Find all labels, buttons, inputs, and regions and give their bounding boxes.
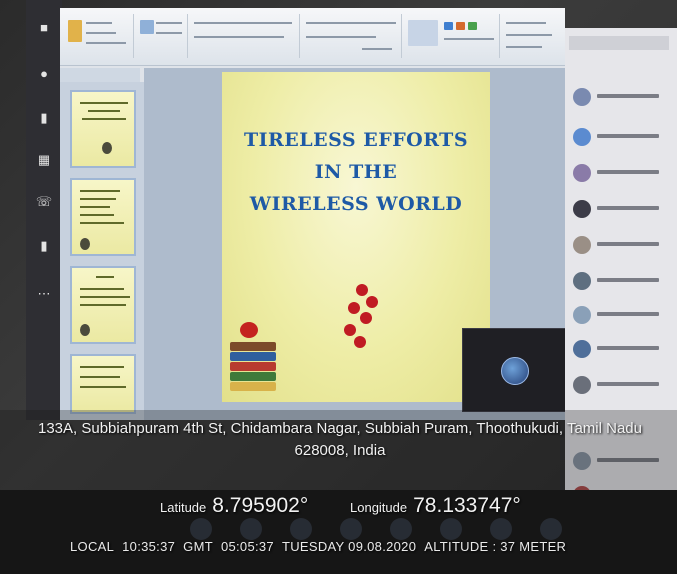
- paragraph-group[interactable]: [302, 14, 402, 58]
- calendar-icon[interactable]: ▦: [34, 150, 54, 170]
- longitude-readout: Longitude 78.133747°: [350, 494, 521, 518]
- longitude-label: Longitude: [350, 500, 408, 515]
- address-line: 628008, India: [294, 442, 386, 459]
- participant-item[interactable]: [573, 376, 673, 398]
- participant-item[interactable]: [573, 88, 673, 110]
- activity-icon[interactable]: ■: [34, 18, 54, 38]
- slide-thumbnail[interactable]: [70, 90, 136, 168]
- teams-app-rail: ■ ● ▮ ▦ ☏ ▮ ⋯: [26, 0, 62, 420]
- meeting-video-tile[interactable]: [462, 328, 568, 412]
- participant-item[interactable]: [573, 340, 673, 362]
- participant-item[interactable]: [573, 236, 673, 258]
- local-label: LOCAL: [70, 539, 115, 554]
- slide-title-line: WIRELESS WORLD: [249, 193, 463, 215]
- slide-thumbnail[interactable]: [70, 178, 136, 256]
- slide-thumbnail[interactable]: [70, 354, 136, 414]
- files-icon[interactable]: ▮: [34, 236, 54, 256]
- slide-title-line: TIRELESS EFFORTS: [243, 129, 469, 151]
- avatar: [501, 357, 529, 385]
- chat-icon[interactable]: ●: [34, 64, 54, 84]
- participant-item[interactable]: [573, 272, 673, 294]
- latitude-value: 8.795902°: [212, 494, 309, 517]
- slides-outline-tabs[interactable]: [60, 68, 140, 82]
- ribbon: [60, 8, 565, 66]
- participant-item[interactable]: [573, 200, 673, 222]
- slide-title: TIRELESS EFFORTS IN THE WIRELESS WORLD: [222, 124, 490, 220]
- date-text: TUESDAY 09.08.2020: [281, 539, 417, 554]
- gmt-label: GMT: [183, 539, 213, 554]
- participant-item[interactable]: [573, 164, 673, 186]
- latitude-readout: Latitude 8.795902°: [160, 494, 308, 518]
- gps-time-line: LOCAL 10:35:37 GMT 05:05:37 TUESDAY 09.08.20…: [70, 539, 574, 554]
- participant-item[interactable]: [573, 128, 673, 150]
- clipboard-group[interactable]: [64, 14, 134, 58]
- slide-thumbnail[interactable]: [70, 266, 136, 344]
- gps-address: 133A, Subbiahpuram 4th St, Chidambara Na…: [10, 418, 670, 462]
- slides-group[interactable]: [136, 14, 188, 58]
- longitude-value: 78.133747°: [413, 494, 521, 517]
- slide-thumbnails-pane: [60, 82, 144, 420]
- address-line: 133A, Subbiahpuram 4th St, Chidambara Na…: [38, 420, 642, 437]
- font-group[interactable]: [190, 14, 300, 58]
- editing-group[interactable]: [502, 14, 560, 58]
- teams-icon[interactable]: ▮: [34, 108, 54, 128]
- participant-item[interactable]: [573, 306, 673, 328]
- gmt-time: 05:05:37: [220, 539, 274, 554]
- latitude-label: Latitude: [160, 500, 207, 515]
- more-icon[interactable]: ⋯: [34, 284, 54, 304]
- monitor-photo: ■ ● ▮ ▦ ☏ ▮ ⋯ TIRELESS EFFORTS IN THE WI…: [0, 0, 677, 574]
- slide-title-line: IN THE: [314, 161, 398, 183]
- drawing-group[interactable]: [404, 14, 500, 58]
- local-time: 10:35:37: [122, 539, 176, 554]
- pane-header[interactable]: [569, 36, 669, 50]
- calls-icon[interactable]: ☏: [34, 192, 54, 212]
- current-slide[interactable]: TIRELESS EFFORTS IN THE WIRELESS WORLD: [222, 72, 490, 402]
- gps-overlay: 133A, Subbiahpuram 4th St, Chidambara Na…: [0, 410, 677, 574]
- apple-image: [240, 322, 258, 338]
- altitude-text: ALTITUDE : 37 METER: [424, 539, 567, 554]
- books-image: [230, 334, 276, 394]
- roses-image: [340, 284, 384, 354]
